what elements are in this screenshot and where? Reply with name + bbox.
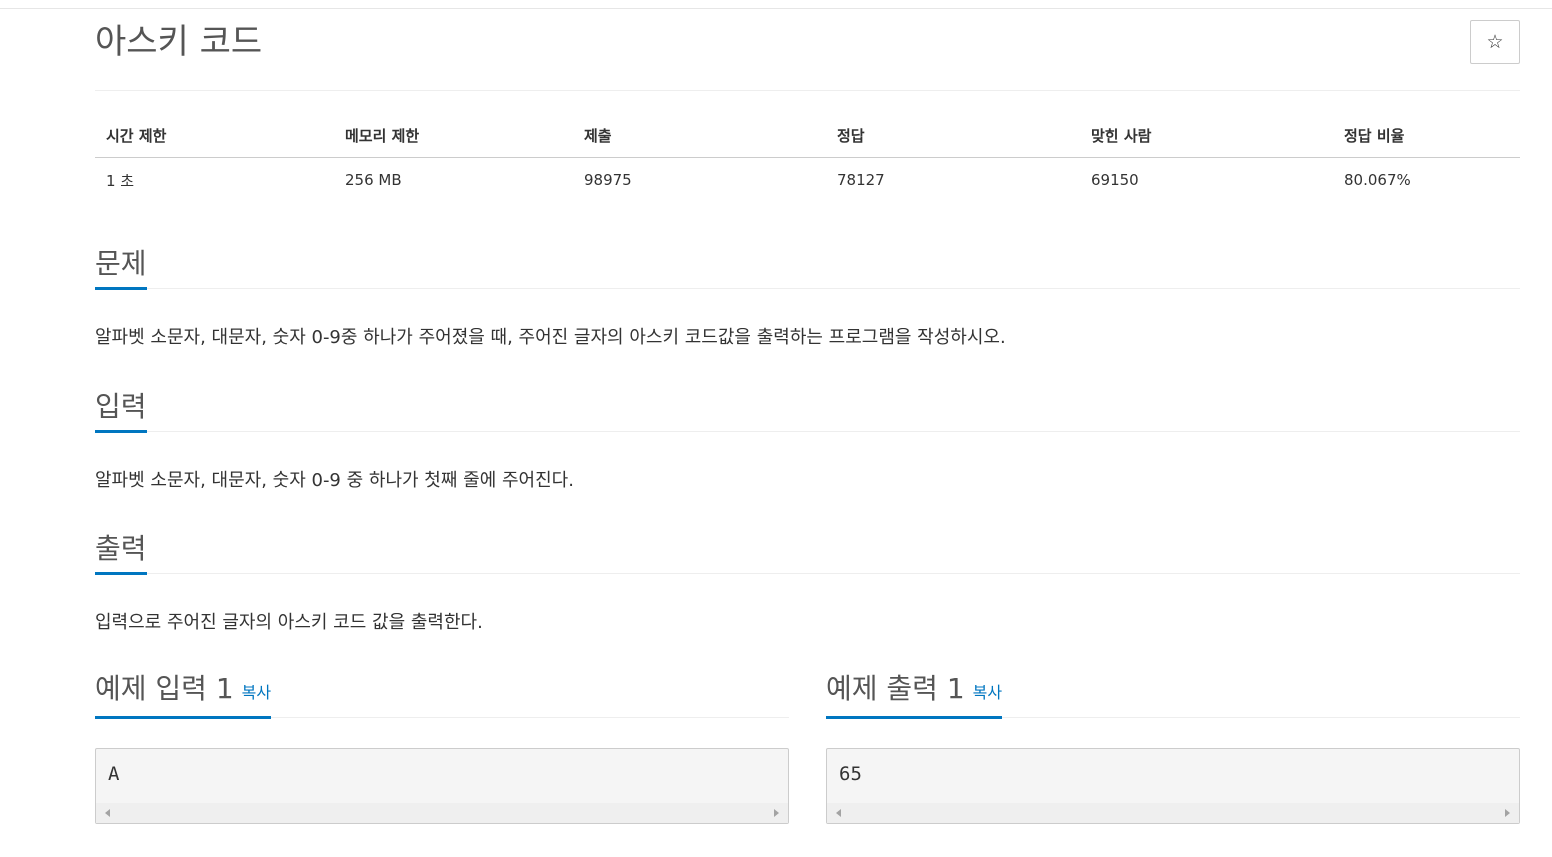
star-outline-icon: ☆ xyxy=(1486,31,1504,53)
sample-output-copy-link[interactable]: 복사 xyxy=(973,683,1002,702)
info-header-row: 시간 제한 메모리 제한 제출 정답 맞힌 사람 정답 비율 xyxy=(95,114,1520,158)
time-limit-value: 1 초 xyxy=(106,171,135,190)
favorite-button[interactable]: ☆ xyxy=(1470,20,1520,64)
problem-info-table: 시간 제한 메모리 제한 제출 정답 맞힌 사람 정답 비율 1 초 256 M… xyxy=(95,114,1520,202)
submissions-header: 제출 xyxy=(573,114,826,158)
sample-input-box[interactable]: A xyxy=(95,748,789,824)
sample-output-scrollbar[interactable] xyxy=(827,803,1519,823)
input-text: 알파벳 소문자, 대문자, 숫자 0-9 중 하나가 첫째 줄에 주어진다. xyxy=(95,470,574,491)
sample-input-copy-link[interactable]: 복사 xyxy=(242,683,271,702)
title-row: 아스키 코드 ☆ xyxy=(95,0,1520,91)
sample-input-section: 예제 입력 1 복사 xyxy=(95,670,789,719)
scroll-left-arrow-icon[interactable] xyxy=(105,809,110,817)
page-title: 아스키 코드 xyxy=(95,22,263,62)
scroll-left-arrow-icon[interactable] xyxy=(836,809,841,817)
memory-limit-value: 256 MB xyxy=(345,171,402,189)
sample-output-section: 예제 출력 1 복사 xyxy=(826,670,1520,719)
problem-page: 아스키 코드 ☆ 시간 제한 메모리 제한 제출 정답 맞힌 사람 정답 비율 … xyxy=(95,0,1520,824)
sample-output-box[interactable]: 65 xyxy=(826,748,1520,824)
sample-output-title-text: 예제 출력 1 xyxy=(826,672,965,705)
output-text: 입력으로 주어진 글자의 아스키 코드 값을 출력한다. xyxy=(95,612,483,633)
memory-limit-header: 메모리 제한 xyxy=(334,114,573,158)
accept-rate-value: 80.067% xyxy=(1344,171,1411,189)
info-value-row: 1 초 256 MB 98975 78127 69150 80.067% xyxy=(95,158,1520,203)
sample-input-title-text: 예제 입력 1 xyxy=(95,672,234,705)
sample-input-scrollbar[interactable] xyxy=(96,803,788,823)
output-header: 출력 xyxy=(95,528,1520,575)
output-section: 출력 입력으로 주어진 글자의 아스키 코드 값을 출력한다. xyxy=(95,528,1520,636)
sample-output-title: 예제 출력 1 복사 xyxy=(826,670,1003,719)
accept-rate-header: 정답 비율 xyxy=(1333,114,1520,158)
sample-input-title: 예제 입력 1 복사 xyxy=(95,670,272,719)
sample-input-content: A xyxy=(108,763,120,785)
accepted-header: 정답 xyxy=(826,114,1080,158)
description-text: 알파벳 소문자, 대문자, 숫자 0-9중 하나가 주어졌을 때, 주어진 글자… xyxy=(95,327,1006,348)
sample-output-content: 65 xyxy=(839,763,862,785)
input-title: 입력 xyxy=(95,388,147,433)
description-section: 문제 알파벳 소문자, 대문자, 숫자 0-9중 하나가 주어졌을 때, 주어진… xyxy=(95,243,1520,351)
description-title: 문제 xyxy=(95,245,147,290)
scroll-right-arrow-icon[interactable] xyxy=(1505,809,1510,817)
output-title: 출력 xyxy=(95,530,147,575)
input-header: 입력 xyxy=(95,386,1520,433)
accepted-value: 78127 xyxy=(837,171,885,189)
sample-output-header: 예제 출력 1 복사 xyxy=(826,670,1520,719)
sample-input-header: 예제 입력 1 복사 xyxy=(95,670,789,719)
solved-users-header: 맞힌 사람 xyxy=(1080,114,1333,158)
solved-users-value: 69150 xyxy=(1091,171,1139,189)
submissions-value: 98975 xyxy=(584,171,632,189)
description-header: 문제 xyxy=(95,243,1520,290)
scroll-right-arrow-icon[interactable] xyxy=(774,809,779,817)
input-section: 입력 알파벳 소문자, 대문자, 숫자 0-9 중 하나가 첫째 줄에 주어진다… xyxy=(95,386,1520,494)
time-limit-header: 시간 제한 xyxy=(95,114,334,158)
